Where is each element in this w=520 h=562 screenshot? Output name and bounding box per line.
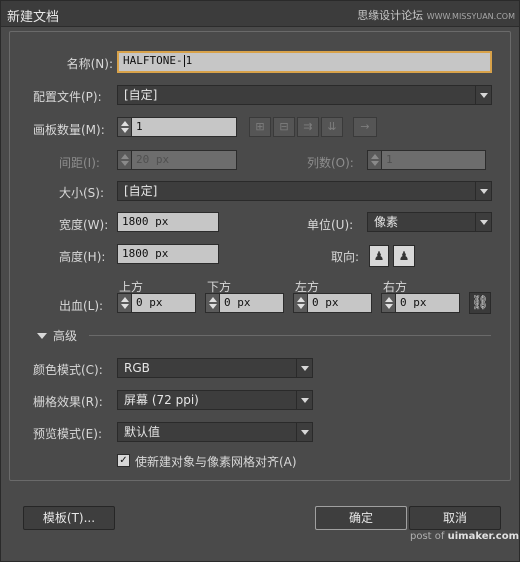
raster-label: 栅格效果(R): [33, 395, 103, 409]
size-select[interactable]: [自定] [117, 181, 492, 201]
bleed-top-input[interactable]: 0 px [131, 293, 196, 313]
name-value: HALFTONE- [123, 54, 183, 67]
chevron-down-icon [296, 423, 312, 441]
link-bleed-icon[interactable]: ⛓ [469, 292, 491, 314]
spacing-label: 间距(I): [59, 156, 100, 170]
stepper-up-icon [385, 297, 393, 302]
columns-stepper[interactable] [367, 150, 381, 170]
arrange-by-row-icon[interactable]: ⇉ [297, 117, 319, 137]
text-caret [183, 55, 185, 67]
color-mode-select[interactable]: RGB [117, 358, 313, 378]
ok-button[interactable]: 确定 [315, 506, 407, 530]
stepper-down-icon [121, 304, 129, 309]
artboards-stepper[interactable] [117, 117, 131, 137]
stepper-down-icon [121, 161, 129, 166]
bleed-label: 出血(L): [59, 299, 104, 313]
bleed-top-stepper[interactable] [117, 293, 131, 313]
artboards-input[interactable]: 1 [131, 117, 237, 137]
cancel-button[interactable]: 取消 [409, 506, 501, 530]
units-select[interactable]: 像素 [367, 212, 492, 232]
post-credit: post of uimaker.com [410, 531, 519, 542]
chevron-down-icon [475, 182, 491, 200]
watermark-text: 思缘设计论坛 [357, 9, 424, 22]
arrange-by-column-icon[interactable]: ⇊ [321, 117, 343, 137]
grid-by-row-icon[interactable]: ⊞ [249, 117, 271, 137]
bleed-right-stepper[interactable] [381, 293, 395, 313]
raster-value: 屏幕 (72 ppi) [124, 393, 199, 407]
preview-label: 预览模式(E): [33, 427, 102, 441]
stepper-down-icon [121, 128, 129, 133]
spacing-stepper[interactable] [117, 150, 131, 170]
stepper-up-icon [121, 154, 129, 159]
name-input[interactable]: HALFTONE- 1 [117, 51, 492, 73]
height-label: 高度(H): [59, 250, 106, 264]
name-label: 名称(N): [66, 57, 113, 71]
height-input[interactable]: 1800 px [117, 244, 219, 264]
align-pixel-grid-checkbox[interactable]: ✓ [117, 454, 130, 467]
columns-input[interactable]: 1 [381, 150, 486, 170]
template-button[interactable]: 模板(T)... [23, 506, 115, 530]
color-mode-value: RGB [124, 361, 150, 375]
chevron-down-icon [296, 359, 312, 377]
stepper-up-icon [209, 297, 217, 302]
chevron-down-icon [296, 391, 312, 409]
width-label: 宽度(W): [59, 218, 109, 232]
stepper-down-icon [371, 161, 379, 166]
size-label: 大小(S): [59, 186, 105, 200]
stepper-up-icon [371, 154, 379, 159]
align-pixel-grid-label[interactable]: 使新建对象与像素网格对齐(A) [135, 453, 297, 470]
dialog-title: 新建文档 [7, 10, 60, 25]
preview-select[interactable]: 默认值 [117, 422, 313, 442]
expand-triangle-icon[interactable] [37, 333, 47, 339]
new-document-dialog: 新建文档 思缘设计论坛 WWW.MISSYUAN.COM 名称(N): HALF… [0, 0, 520, 562]
artboards-label: 画板数量(M): [33, 123, 105, 137]
orientation-label: 取向: [331, 250, 360, 264]
watermark-url: WWW.MISSYUAN.COM [426, 12, 515, 21]
bleed-left-input[interactable]: 0 px [307, 293, 372, 313]
stepper-up-icon [121, 297, 129, 302]
bleed-bottom-stepper[interactable] [205, 293, 219, 313]
size-value: [自定] [124, 184, 158, 198]
spacing-input[interactable]: 20 px [131, 150, 237, 170]
name-value-tail: 1 [185, 54, 193, 67]
stepper-up-icon [121, 121, 129, 126]
grid-by-column-icon[interactable]: ⊟ [273, 117, 295, 137]
stepper-up-icon [297, 297, 305, 302]
bleed-bottom-input[interactable]: 0 px [219, 293, 284, 313]
preview-value: 默认值 [124, 425, 161, 439]
units-label: 单位(U): [307, 218, 354, 232]
advanced-label[interactable]: 高级 [53, 327, 77, 344]
color-mode-label: 颜色模式(C): [33, 363, 103, 377]
section-divider [89, 335, 491, 336]
stepper-down-icon [297, 304, 305, 309]
landscape-icon[interactable]: ♟ [393, 245, 415, 267]
profile-label: 配置文件(P): [33, 90, 102, 104]
columns-label: 列数(O): [307, 156, 354, 170]
chevron-down-icon [475, 213, 491, 231]
stepper-down-icon [385, 304, 393, 309]
width-input[interactable]: 1800 px [117, 212, 219, 232]
post-site: uimaker.com [447, 531, 520, 542]
profile-value: [自定] [124, 88, 158, 102]
stepper-down-icon [209, 304, 217, 309]
raster-select[interactable]: 屏幕 (72 ppi) [117, 390, 313, 410]
title-bar: 新建文档 思缘设计论坛 WWW.MISSYUAN.COM [1, 1, 519, 27]
watermark: 思缘设计论坛 WWW.MISSYUAN.COM [357, 7, 515, 23]
bleed-left-stepper[interactable] [293, 293, 307, 313]
post-prefix: post of [410, 531, 445, 542]
bleed-right-input[interactable]: 0 px [395, 293, 460, 313]
chevron-down-icon [475, 86, 491, 104]
units-value: 像素 [374, 215, 399, 229]
right-to-left-layout-icon[interactable]: → [353, 117, 377, 137]
profile-select[interactable]: [自定] [117, 85, 492, 105]
portrait-icon[interactable]: ♟ [369, 245, 389, 267]
